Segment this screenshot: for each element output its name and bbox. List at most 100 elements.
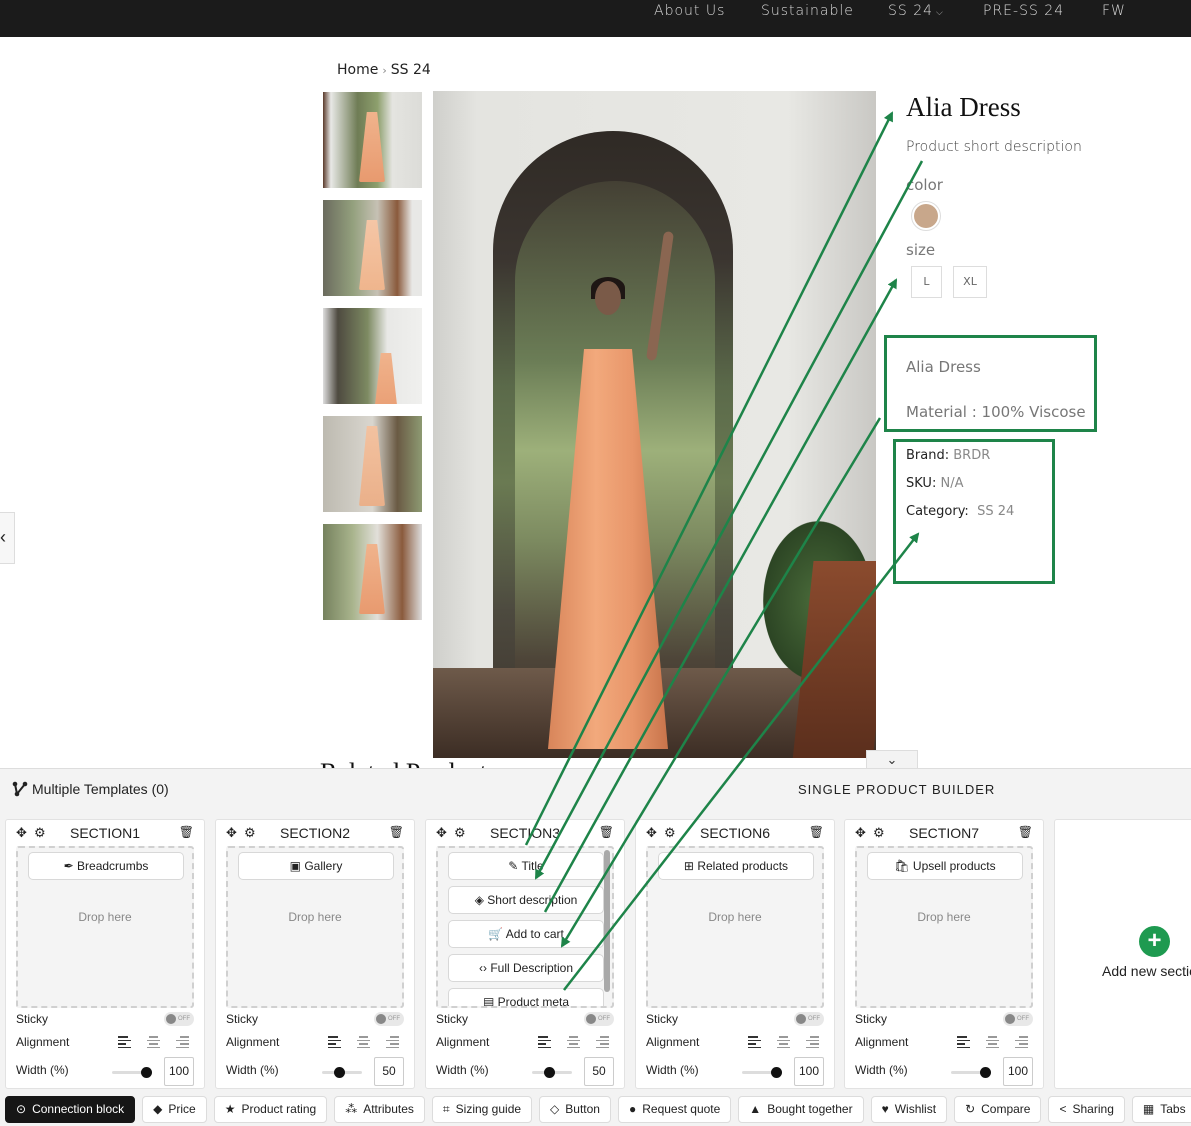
palette-chip[interactable]: < Sharing xyxy=(1048,1096,1125,1123)
palette-chip[interactable]: ♥ Wishlist xyxy=(870,1096,948,1123)
sticky-toggle[interactable]: OFF xyxy=(164,1012,194,1026)
drop-here-text: Drop here xyxy=(78,910,132,924)
size-option-l[interactable]: L xyxy=(911,266,942,298)
slider-handle[interactable] xyxy=(141,1067,152,1078)
palette-chip[interactable]: ▦ Tabs xyxy=(1131,1096,1191,1123)
align-center-icon[interactable] xyxy=(567,1036,580,1048)
width-input[interactable]: 100 xyxy=(794,1057,824,1086)
width-input[interactable]: 100 xyxy=(164,1057,194,1086)
sticky-toggle[interactable]: OFF xyxy=(1003,1012,1033,1026)
product-main-image[interactable] xyxy=(433,91,876,758)
section-block[interactable]: ‹› Full Description xyxy=(448,954,604,982)
thumbnail[interactable] xyxy=(323,416,422,512)
section-dropzone[interactable]: ⊞ Related products Drop here xyxy=(646,846,824,1008)
width-label: Width (%) xyxy=(16,1063,69,1077)
section-block[interactable]: 🛒 Add to cart xyxy=(448,920,604,948)
width-input[interactable]: 50 xyxy=(374,1057,404,1086)
nav-about-us[interactable]: About Us xyxy=(654,3,725,19)
nav-fw[interactable]: FW xyxy=(1102,3,1126,19)
sticky-toggle[interactable]: OFF xyxy=(374,1012,404,1026)
trash-icon[interactable]: 🗑 xyxy=(389,825,404,839)
align-center-icon[interactable] xyxy=(357,1036,370,1048)
thumbnail[interactable] xyxy=(323,200,422,296)
breadcrumb-home[interactable]: Home xyxy=(337,62,378,78)
nav-sustainable[interactable]: Sustainable xyxy=(761,3,854,19)
palette-chip[interactable]: ● Request quote xyxy=(617,1096,732,1123)
width-slider[interactable] xyxy=(112,1067,152,1078)
section-dropzone[interactable]: ✎ Title ◈ Short description 🛒 Add to cart ‹… xyxy=(436,846,614,1008)
nav-ss24[interactable]: SS 24 ⌵ xyxy=(888,3,944,19)
section-dropzone[interactable]: ✒ Breadcrumbs Drop here xyxy=(16,846,194,1008)
align-right-icon[interactable] xyxy=(596,1036,609,1048)
align-left-icon[interactable] xyxy=(538,1036,551,1048)
palette-chip[interactable]: ↻ Compare xyxy=(954,1096,1042,1123)
section-dropzone[interactable]: ▣ Gallery Drop here xyxy=(226,846,404,1008)
palette-chip[interactable]: ⌗ Sizing guide xyxy=(431,1096,533,1123)
add-new-section-card[interactable]: + Add new section xyxy=(1054,819,1191,1089)
sticky-toggle[interactable]: OFF xyxy=(794,1012,824,1026)
width-input[interactable]: 50 xyxy=(584,1057,614,1086)
align-right-icon[interactable] xyxy=(386,1036,399,1048)
meta-category-value[interactable]: SS 24 xyxy=(977,504,1014,519)
color-label: color xyxy=(906,176,943,194)
align-right-icon[interactable] xyxy=(1015,1036,1028,1048)
section-block[interactable]: ✎ Title xyxy=(448,852,604,880)
width-input[interactable]: 100 xyxy=(1003,1057,1033,1086)
size-option-xl[interactable]: XL xyxy=(953,266,987,298)
align-right-icon[interactable] xyxy=(806,1036,819,1048)
width-slider[interactable] xyxy=(742,1067,782,1078)
palette-chip[interactable]: ▲ Bought together xyxy=(738,1096,864,1123)
palette-chip[interactable]: ⊙ Connection block xyxy=(5,1096,136,1123)
sticky-toggle[interactable]: OFF xyxy=(584,1012,614,1026)
section-block[interactable]: ◈ Short description xyxy=(448,886,604,914)
palette-chip[interactable]: ◇ Button xyxy=(539,1096,611,1123)
section-block[interactable]: ✒ Breadcrumbs xyxy=(28,852,184,880)
chip-label: Wishlist xyxy=(894,1102,937,1116)
meta-brand: Brand: BRDR xyxy=(906,448,990,463)
slider-handle[interactable] xyxy=(544,1067,555,1078)
dropzone-scrollbar[interactable] xyxy=(604,850,610,992)
plus-icon[interactable]: + xyxy=(1139,926,1170,957)
slider-handle[interactable] xyxy=(980,1067,991,1078)
meta-brand-value[interactable]: BRDR xyxy=(953,448,990,463)
section-block[interactable]: ⊞ Related products xyxy=(658,852,814,880)
width-slider[interactable] xyxy=(532,1067,572,1078)
multiple-templates-button[interactable]: Multiple Templates (0) xyxy=(12,781,169,797)
align-left-icon[interactable] xyxy=(328,1036,341,1048)
palette-chip[interactable]: ◆ Price xyxy=(142,1096,207,1123)
thumbnail[interactable] xyxy=(323,308,422,404)
trash-icon[interactable]: 🗑 xyxy=(809,825,824,839)
width-row: Width (%) 100 xyxy=(646,1057,824,1086)
palette-chip[interactable]: ★ Product rating xyxy=(213,1096,328,1123)
sticky-row: Sticky OFF xyxy=(226,1012,404,1026)
width-slider[interactable] xyxy=(322,1067,362,1078)
align-left-icon[interactable] xyxy=(118,1036,131,1048)
trash-icon[interactable]: 🗑 xyxy=(599,825,614,839)
trash-icon[interactable]: 🗑 xyxy=(179,825,194,839)
slider-handle[interactable] xyxy=(334,1067,345,1078)
section-block[interactable]: ▤ Product meta xyxy=(448,988,604,1006)
thumbnail[interactable] xyxy=(323,92,422,188)
nav-pre-ss24[interactable]: PRE-SS 24 xyxy=(983,3,1064,19)
align-center-icon[interactable] xyxy=(147,1036,160,1048)
section-block[interactable]: 🛍 Upsell products xyxy=(867,852,1023,880)
toggle-state-text: OFF xyxy=(808,1016,820,1022)
align-center-icon[interactable] xyxy=(986,1036,999,1048)
thumbnail[interactable] xyxy=(323,524,422,620)
slider-handle[interactable] xyxy=(771,1067,782,1078)
section-dropzone[interactable]: 🛍 Upsell products Drop here xyxy=(855,846,1033,1008)
section-block[interactable]: ▣ Gallery xyxy=(238,852,394,880)
align-left-icon[interactable] xyxy=(748,1036,761,1048)
align-center-icon[interactable] xyxy=(777,1036,790,1048)
color-swatch[interactable] xyxy=(911,201,941,231)
alignment-label: Alignment xyxy=(226,1035,280,1049)
width-slider[interactable] xyxy=(951,1067,991,1078)
trash-icon[interactable]: 🗑 xyxy=(1018,825,1033,839)
chip-icon: ↻ xyxy=(965,1102,976,1116)
align-right-icon[interactable] xyxy=(176,1036,189,1048)
palette-chip[interactable]: ⁂ Attributes xyxy=(334,1096,425,1123)
top-navigation: About Us Sustainable SS 24 ⌵ PRE-SS 24 FW xyxy=(0,0,1191,37)
alignment-label: Alignment xyxy=(436,1035,490,1049)
align-left-icon[interactable] xyxy=(957,1036,970,1048)
chevron-left-icon[interactable]: ‹ xyxy=(0,512,15,564)
